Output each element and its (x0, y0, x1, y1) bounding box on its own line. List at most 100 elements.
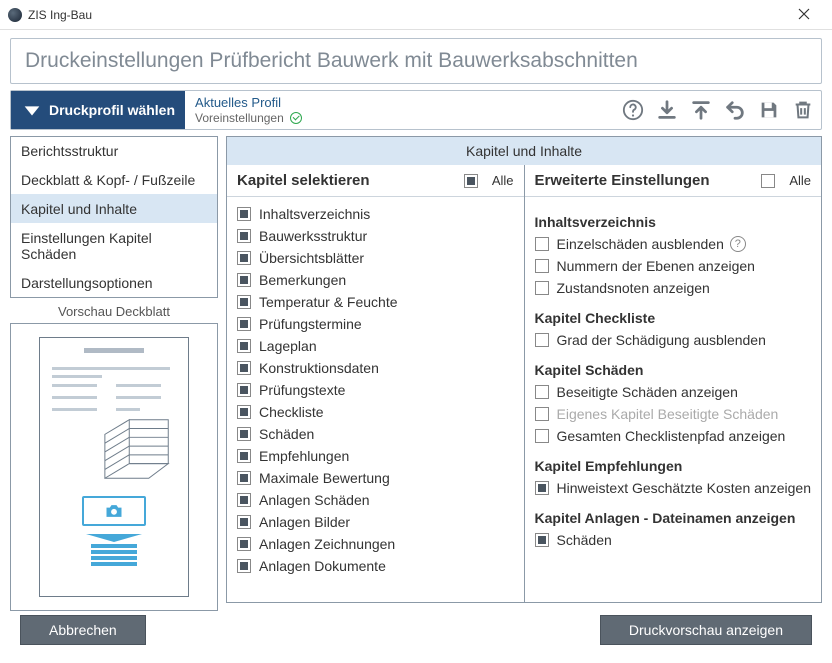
checkbox[interactable] (237, 537, 251, 551)
chapter-item[interactable]: Empfehlungen (237, 445, 514, 467)
chapter-item[interactable]: Konstruktionsdaten (237, 357, 514, 379)
checkbox[interactable] (535, 429, 549, 443)
help-button[interactable] (621, 98, 645, 122)
chapters-list: Inhaltsverzeichnis Bauwerksstruktur Übersi… (227, 197, 524, 602)
chapter-item[interactable]: Übersichtsblätter (237, 247, 514, 269)
settings-group-heading: Kapitel Empfehlungen (535, 455, 812, 477)
setting-label: Hinweistext Geschätzte Kosten anzeigen (557, 480, 811, 496)
checkbox[interactable] (237, 449, 251, 463)
setting-item[interactable]: Einzelschäden ausblenden? (535, 233, 812, 255)
titlebar: ZIS Ing-Bau (0, 0, 832, 30)
ok-icon (290, 112, 302, 124)
delete-button[interactable] (791, 98, 815, 122)
chapter-item[interactable]: Maximale Bewertung (237, 467, 514, 489)
camera-icon (82, 496, 146, 526)
cancel-button[interactable]: Abbrechen (20, 615, 146, 645)
checkbox[interactable] (535, 533, 549, 547)
help-icon[interactable]: ? (730, 236, 746, 252)
checkbox[interactable] (237, 251, 251, 265)
setting-item[interactable]: Grad der Schädigung ausblenden (535, 329, 812, 351)
checkbox[interactable] (535, 481, 549, 495)
setting-item[interactable]: Beseitigte Schäden anzeigen (535, 381, 812, 403)
setting-label: Einzelschäden ausblenden (557, 236, 724, 252)
chapter-item[interactable]: Checkliste (237, 401, 514, 423)
undo-button[interactable] (723, 98, 747, 122)
checkbox[interactable] (237, 559, 251, 573)
checkbox[interactable] (535, 259, 549, 273)
chapter-item[interactable]: Temperatur & Feuchte (237, 291, 514, 313)
help-icon (622, 99, 644, 121)
nav-item[interactable]: Deckblatt & Kopf- / Fußzeile (11, 165, 217, 194)
setting-label: Eigenes Kapitel Beseitigte Schäden (557, 406, 779, 422)
setting-item[interactable]: Zustandsnoten anzeigen (535, 277, 812, 299)
chapter-item[interactable]: Anlagen Dokumente (237, 555, 514, 577)
setting-item[interactable]: Nummern der Ebenen anzeigen (535, 255, 812, 277)
setting-label: Zustandsnoten anzeigen (557, 280, 710, 296)
save-button[interactable] (757, 98, 781, 122)
checkbox[interactable] (535, 385, 549, 399)
download-icon (656, 99, 678, 121)
chapter-item[interactable]: Prüfungstexte (237, 379, 514, 401)
checkbox[interactable] (237, 427, 251, 441)
checkbox[interactable] (535, 237, 549, 251)
right-panel-header: Kapitel und Inhalte (227, 137, 821, 165)
import-button[interactable] (655, 98, 679, 122)
checkbox[interactable] (237, 339, 251, 353)
checkbox[interactable] (237, 515, 251, 529)
chapter-item[interactable]: Bemerkungen (237, 269, 514, 291)
chapter-label: Schäden (259, 426, 314, 442)
advanced-all-checkbox[interactable] (761, 174, 775, 188)
chapter-item[interactable]: Bauwerksstruktur (237, 225, 514, 247)
setting-item[interactable]: Schäden (535, 529, 812, 551)
settings-group-heading: Inhaltsverzeichnis (535, 211, 812, 233)
close-button[interactable] (784, 7, 824, 23)
checkbox[interactable] (237, 405, 251, 419)
chapter-label: Anlagen Schäden (259, 492, 370, 508)
nav-list: BerichtsstrukturDeckblatt & Kopf- / Fußz… (10, 136, 218, 298)
advanced-all-label: Alle (789, 173, 811, 188)
trash-icon (792, 99, 814, 121)
checkbox[interactable] (237, 317, 251, 331)
chapter-item[interactable]: Anlagen Bilder (237, 511, 514, 533)
nav-item[interactable]: Berichtsstruktur (11, 137, 217, 165)
chapters-title: Kapitel selektieren (237, 172, 464, 189)
chapters-all-checkbox[interactable] (464, 174, 478, 188)
chapter-label: Konstruktionsdaten (259, 360, 379, 376)
checkbox[interactable] (535, 281, 549, 295)
chapter-label: Prüfungstexte (259, 382, 345, 398)
advanced-list: InhaltsverzeichnisEinzelschäden ausblend… (525, 197, 822, 602)
export-button[interactable] (689, 98, 713, 122)
chapter-item[interactable]: Schäden (237, 423, 514, 445)
checkbox[interactable] (237, 361, 251, 375)
chapter-item[interactable]: Anlagen Schäden (237, 489, 514, 511)
nav-item[interactable]: Kapitel und Inhalte (11, 194, 217, 223)
chapter-label: Maximale Bewertung (259, 470, 390, 486)
checkbox[interactable] (237, 383, 251, 397)
print-preview-button[interactable]: Druckvorschau anzeigen (600, 615, 812, 645)
chapter-item[interactable]: Anlagen Zeichnungen (237, 533, 514, 555)
current-profile-value: Voreinstellungen (195, 111, 284, 125)
nav-item[interactable]: Darstellungsoptionen (11, 268, 217, 297)
chevron-down-icon (21, 99, 43, 121)
setting-item[interactable]: Hinweistext Geschätzte Kosten anzeigen (535, 477, 812, 499)
checkbox[interactable] (237, 493, 251, 507)
chapter-label: Inhaltsverzeichnis (259, 206, 370, 222)
checkbox[interactable] (237, 295, 251, 309)
chapter-item[interactable]: Prüfungstermine (237, 313, 514, 335)
chapter-label: Temperatur & Feuchte (259, 294, 398, 310)
checkbox[interactable] (237, 273, 251, 287)
chapter-label: Empfehlungen (259, 448, 349, 464)
checkbox[interactable] (237, 471, 251, 485)
profile-select-button[interactable]: Druckprofil wählen (11, 91, 185, 129)
chapters-all-label: Alle (492, 173, 514, 188)
checkbox[interactable] (535, 333, 549, 347)
chapter-item[interactable]: Inhaltsverzeichnis (237, 203, 514, 225)
chapter-item[interactable]: Lageplan (237, 335, 514, 357)
window-title: ZIS Ing-Bau (28, 8, 784, 22)
advanced-title: Erweiterte Einstellungen (535, 172, 762, 189)
checkbox[interactable] (237, 229, 251, 243)
chapter-label: Übersichtsblätter (259, 250, 364, 266)
checkbox[interactable] (237, 207, 251, 221)
nav-item[interactable]: Einstellungen Kapitel Schäden (11, 223, 217, 268)
setting-item[interactable]: Gesamten Checklistenpfad anzeigen (535, 425, 812, 447)
